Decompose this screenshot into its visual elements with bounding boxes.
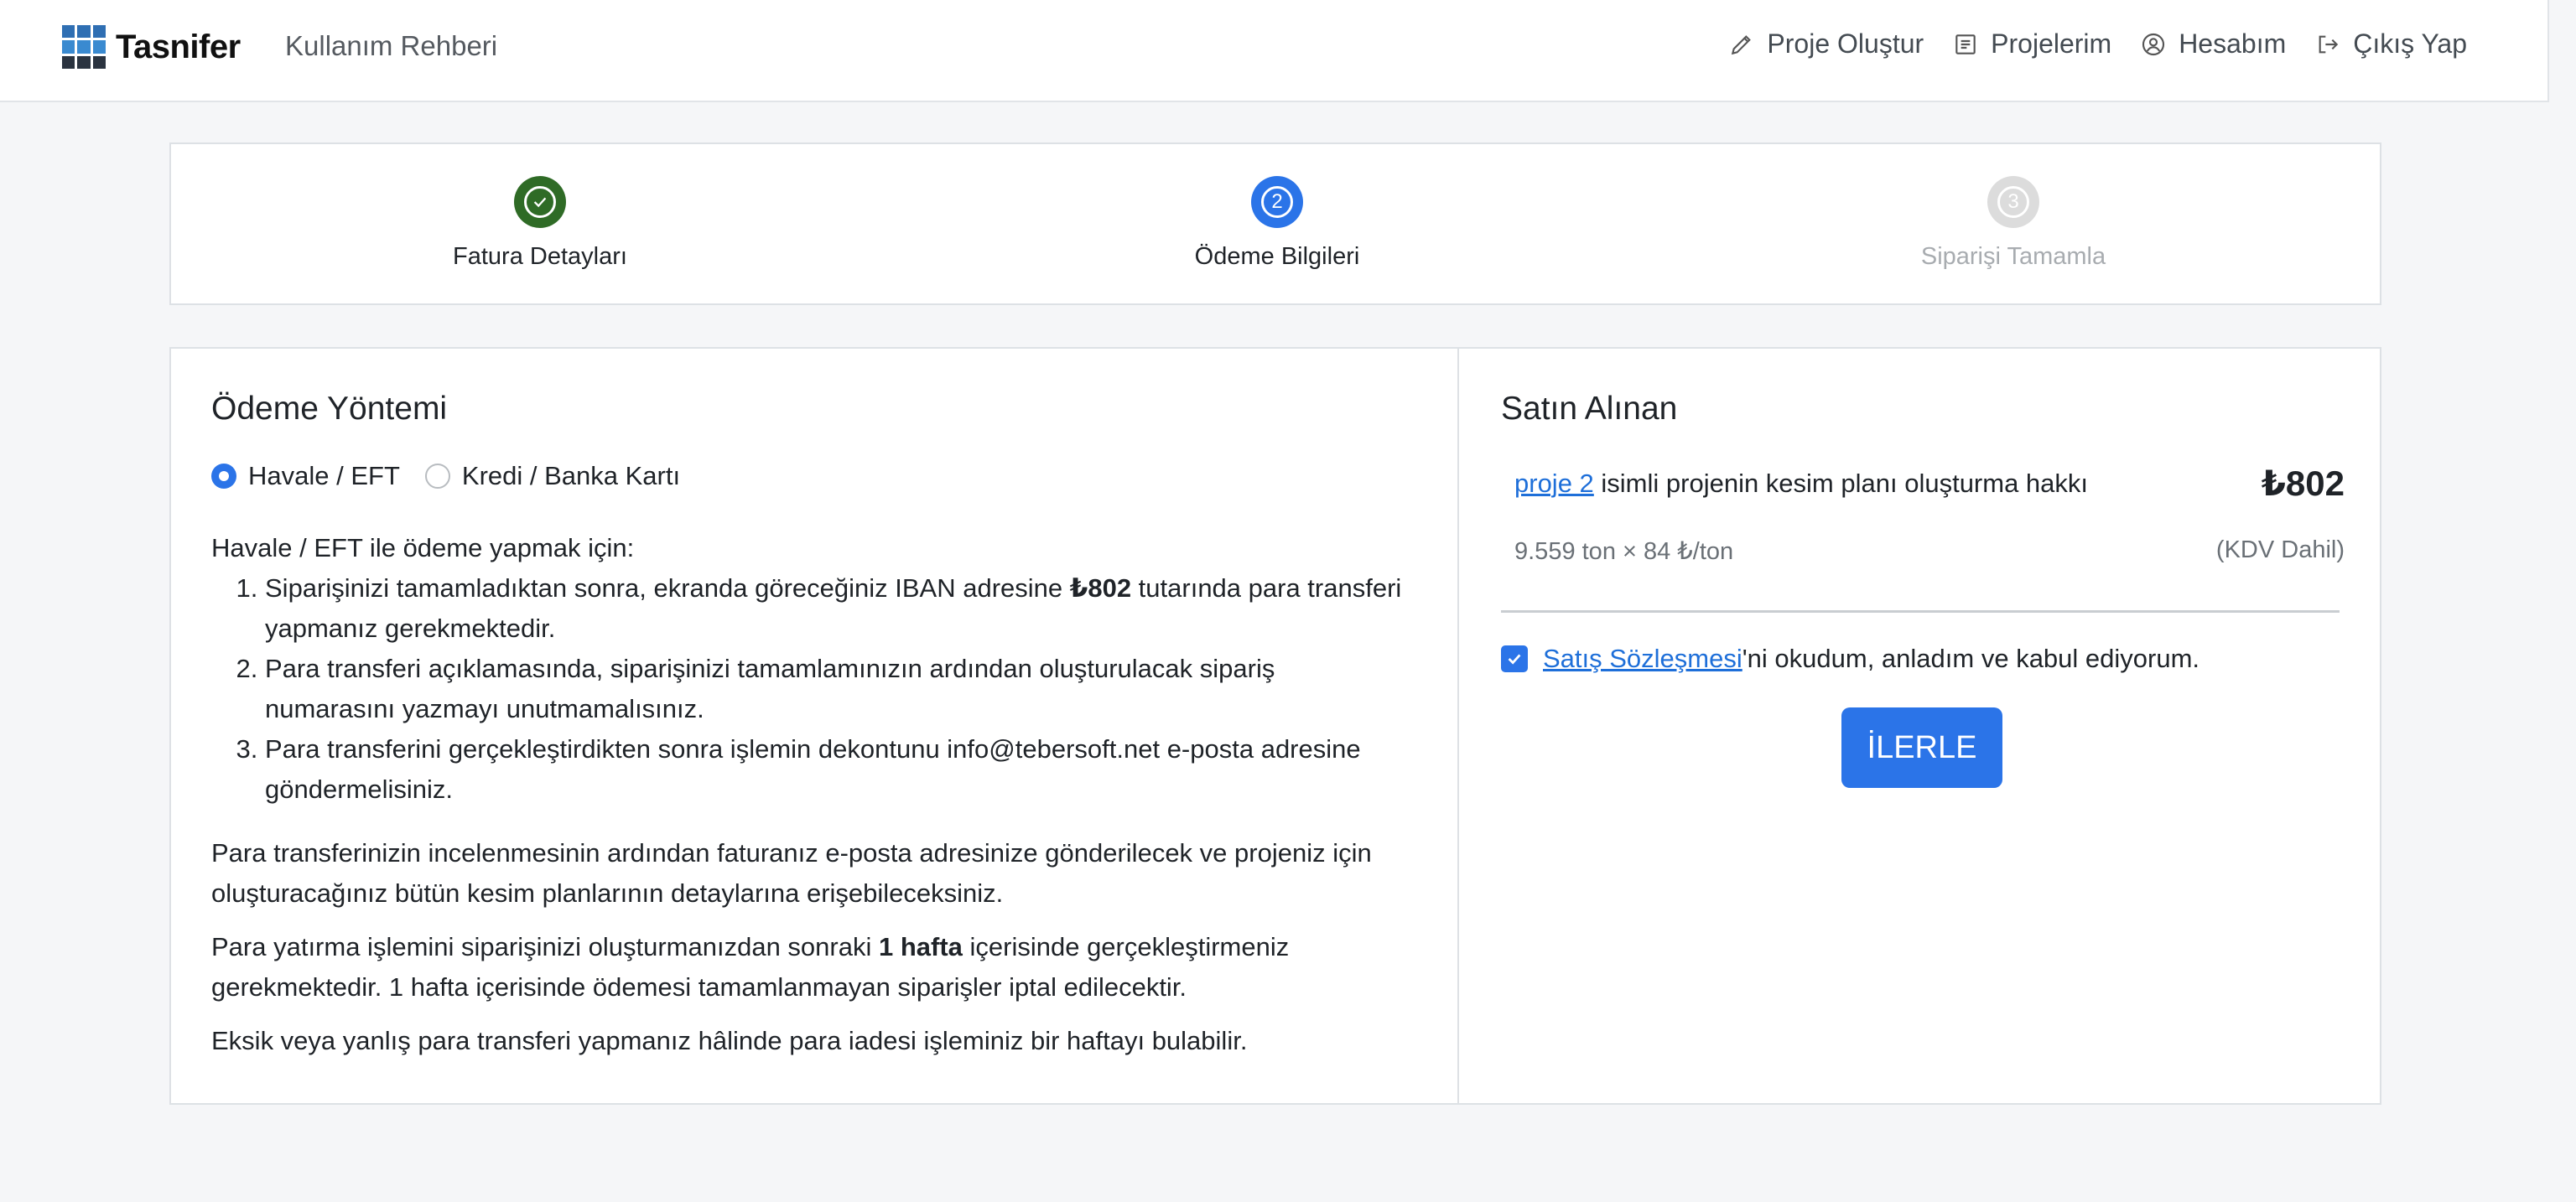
nav-logout[interactable]: Çıkış Yap <box>2314 28 2467 60</box>
list-item: Para transferi açıklamasında, siparişini… <box>265 649 1410 729</box>
step-payment-info: 2 Ödeme Bilgileri <box>1109 176 1445 271</box>
price: ₺802 <box>2261 464 2345 503</box>
transfer-steps-list: Siparişinizi tamamladıktan sonra, ekrand… <box>211 568 1410 810</box>
agreement-row: Satış Sözleşmesi'ni okudum, anladım ve k… <box>1501 644 2199 674</box>
check-icon <box>524 186 556 218</box>
list-icon <box>1955 34 1976 54</box>
radio-label: Havale / EFT <box>248 461 400 490</box>
nav-label: Hesabım <box>2179 28 2287 59</box>
list-item: Siparişinizi tamamladıktan sonra, ekrand… <box>265 568 1410 649</box>
nav-label: Projelerim <box>1991 28 2112 59</box>
radio-label: Kredi / Banka Kartı <box>461 461 681 490</box>
next-button[interactable]: İLERLE <box>1841 707 2002 788</box>
nav-account[interactable]: Hesabım <box>2140 28 2286 60</box>
project-link[interactable]: proje 2 <box>1514 469 1594 498</box>
agreement-text: 'ni okudum, anladım ve kabul ediyorum. <box>1742 644 2200 673</box>
info-paragraph: Para transferinizin incelenmesinin ardın… <box>211 838 1372 908</box>
payment-method-card: Ödeme Yöntemi Havale / EFT Kredi / Banka… <box>169 347 1459 1105</box>
calc-text: 9.559 ton × 84 ₺/ton <box>1514 538 1734 565</box>
vat-text: (KDV Dahil) <box>2215 536 2345 563</box>
step-circle: 2 <box>1251 176 1303 228</box>
radio-indicator[interactable] <box>211 464 236 489</box>
deadline-paragraph: Para yatırma işlemini siparişinizi oluşt… <box>211 932 1290 1002</box>
step-circle <box>514 176 566 228</box>
brand-logo[interactable]: Tasnifer <box>62 23 241 70</box>
radio-indicator[interactable] <box>424 464 450 489</box>
nav-create-project[interactable]: Proje Oluştur <box>1728 28 1924 60</box>
step-label: Ödeme Bilgileri <box>1194 243 1360 270</box>
usage-guide-link[interactable]: Kullanım Rehberi <box>285 30 497 62</box>
step-circle: 3 <box>1987 176 2039 228</box>
payment-method-options: Havale / EFT Kredi / Banka Kartı <box>211 461 705 491</box>
agreement-checkbox[interactable] <box>1501 645 1528 672</box>
refund-paragraph: Eksik veya yanlış para transferi yapmanı… <box>211 1026 1248 1055</box>
nav-menu: Proje Oluştur Projelerim Hesabım Çıkış Y… <box>1728 28 2467 60</box>
nav-label: Çıkış Yap <box>2353 28 2467 59</box>
transfer-intro: Havale / EFT ile ödeme yapmak için: <box>211 533 635 562</box>
purchase-description: proje 2 isimli projenin kesim planı oluş… <box>1514 468 2089 498</box>
list-item: Para transferini gerçekleştirdikten sonr… <box>265 729 1410 810</box>
sales-agreement-link[interactable]: Satış Sözleşmesi <box>1543 644 1742 674</box>
check-icon <box>1508 654 1521 665</box>
step-label: Fatura Detayları <box>453 243 627 270</box>
logout-icon <box>2319 35 2339 53</box>
amount-text: ₺802 <box>1069 573 1132 603</box>
step-invoice-details: Fatura Detayları <box>372 176 708 271</box>
step-number: 3 <box>1997 186 2029 218</box>
nav-my-projects[interactable]: Projelerim <box>1952 28 2111 60</box>
price-calculation: 9.559 ton × 84 ₺/ton (KDV Dahil) <box>1514 536 2345 566</box>
nav-label: Proje Oluştur <box>1767 28 1924 59</box>
user-icon <box>2142 33 2165 55</box>
top-navbar: Tasnifer Kullanım Rehberi Proje Oluştur … <box>0 0 2549 102</box>
summary-title: Satın Alınan <box>1501 391 1678 427</box>
brand-name: Tasnifer <box>116 28 241 65</box>
purchase-summary-card: Satın Alınan proje 2 isimli projenin kes… <box>1459 347 2381 1105</box>
pencil-icon <box>1732 34 1752 54</box>
radio-credit-card[interactable]: Kredi / Banka Kartı <box>424 461 681 491</box>
payment-method-title: Ödeme Yöntemi <box>211 391 448 427</box>
radio-bank-transfer[interactable]: Havale / EFT <box>211 461 400 491</box>
step-number: 2 <box>1261 186 1293 218</box>
checkout-stepper: Fatura Detayları 2 Ödeme Bilgileri 3 Sip… <box>169 142 2381 305</box>
logo-icon <box>62 25 106 69</box>
purchase-item: proje 2 isimli projenin kesim planı oluş… <box>1514 463 2345 504</box>
step-label: Siparişi Tamamla <box>1920 243 2106 270</box>
divider <box>1501 610 2340 613</box>
step-complete-order: 3 Siparişi Tamamla <box>1846 176 2181 271</box>
